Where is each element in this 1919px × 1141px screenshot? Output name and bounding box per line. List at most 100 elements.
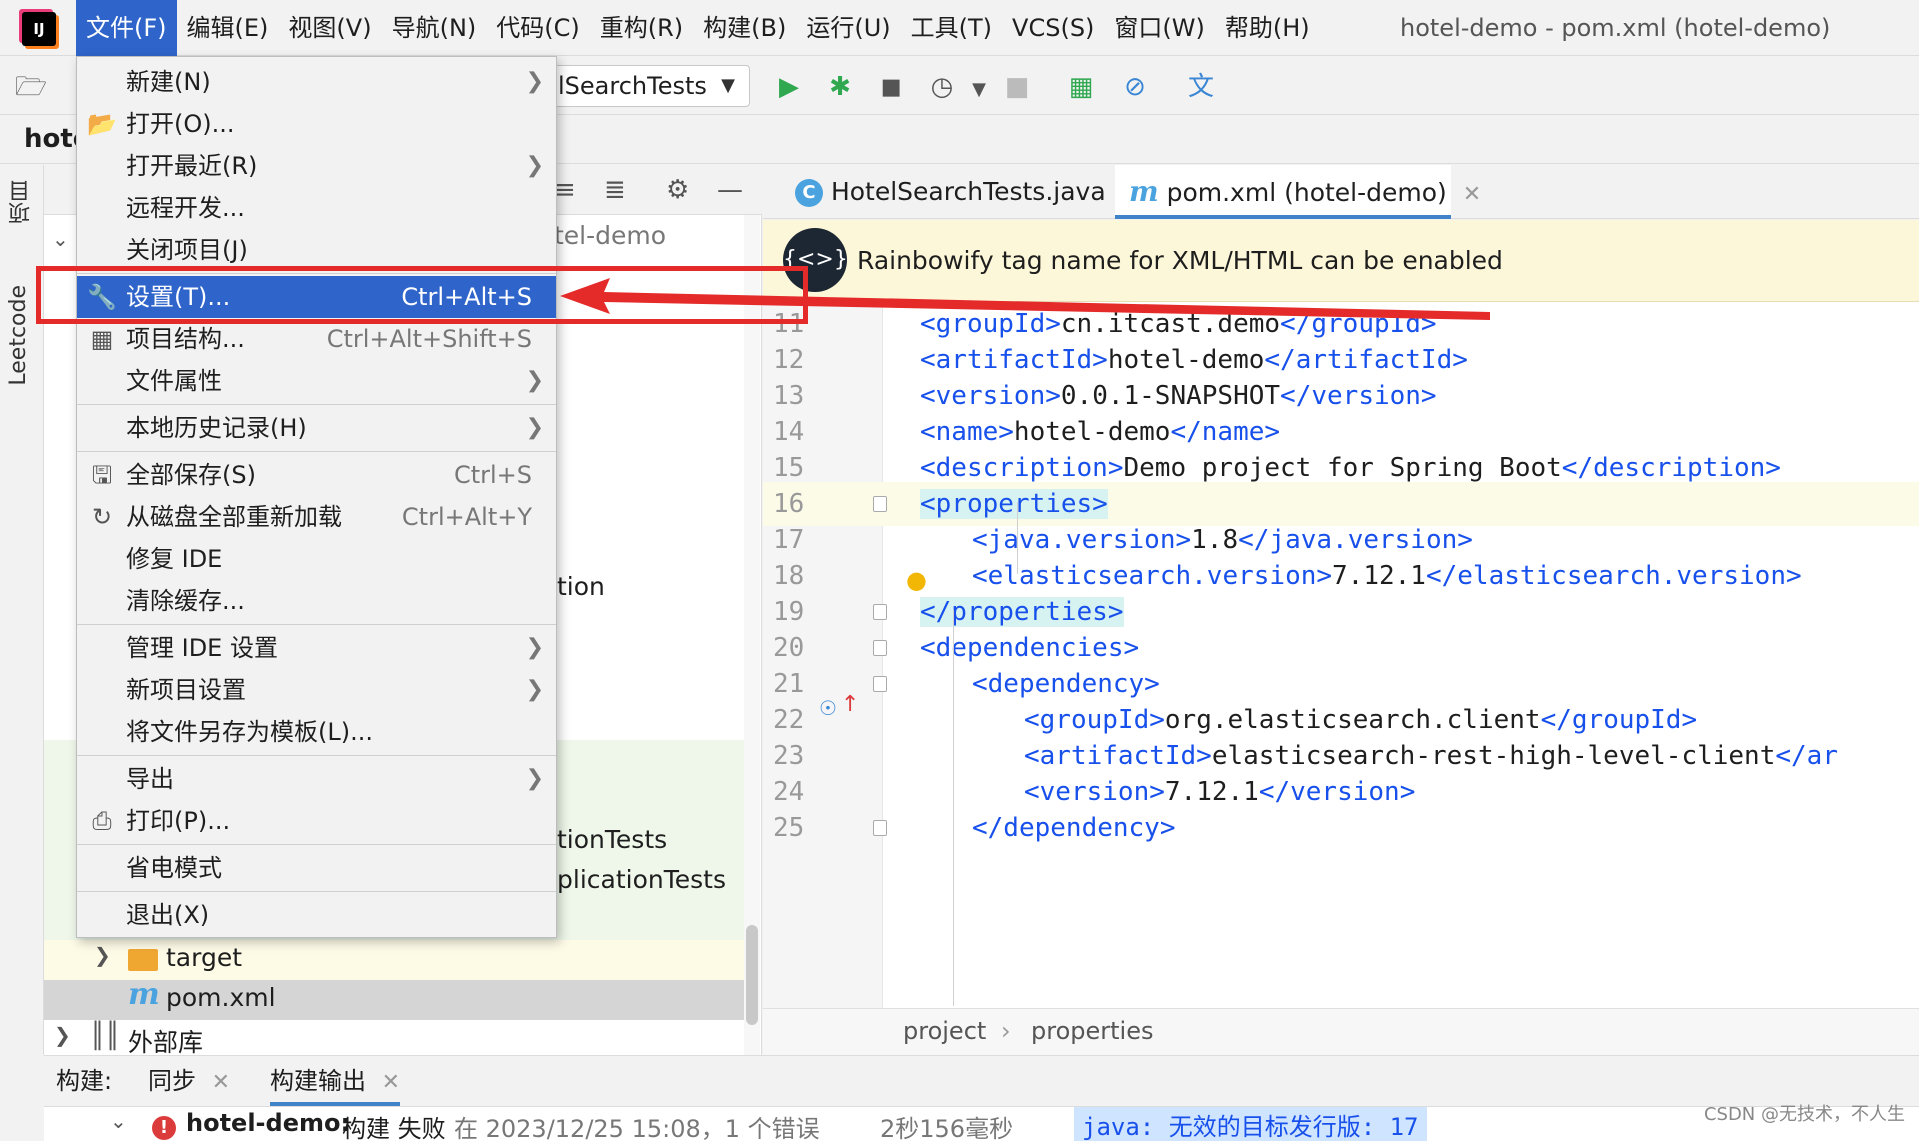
menu-view[interactable]: 视图(V) xyxy=(278,0,381,56)
file-menu-item[interactable]: 打开最近(R) ❯ xyxy=(77,145,556,187)
file-menu-item[interactable]: ↻ 从磁盘全部重新加载 Ctrl+Alt+Y xyxy=(77,496,556,538)
tab-sync[interactable]: 同步 ✕ xyxy=(148,1056,230,1106)
file-menu-item[interactable]: 导出 ❯ xyxy=(77,758,556,800)
code-content: </dependency> xyxy=(972,806,1176,850)
tree-item-pom[interactable]: pom.xml xyxy=(166,983,276,1012)
implemented-marker-icon[interactable]: ☉ xyxy=(819,696,837,720)
build-error-message[interactable]: java: 无效的目标发行版: 17 xyxy=(1074,1107,1427,1141)
fold-marker-icon[interactable] xyxy=(873,496,887,512)
open-folder-icon[interactable]: 🗁 xyxy=(14,70,48,104)
xml-tag: </properties> xyxy=(920,597,1124,627)
coverage-icon[interactable]: ◼ xyxy=(874,70,908,104)
file-menu-item[interactable]: 关闭项目(J) xyxy=(77,229,556,271)
file-menu-item[interactable]: 清除缓存... xyxy=(77,580,556,622)
file-menu-item[interactable]: 省电模式 xyxy=(77,847,556,889)
tree-item-external-libraries[interactable]: 外部库 xyxy=(128,1023,203,1059)
gear-icon[interactable]: ⚙ xyxy=(666,175,689,205)
menu-file[interactable]: 文件(F) xyxy=(76,0,177,56)
menu-run[interactable]: 运行(U) xyxy=(796,0,900,56)
expand-all-icon[interactable]: ≡ xyxy=(554,175,576,205)
menu-window[interactable]: 窗口(W) xyxy=(1104,0,1214,56)
project-scrollbar-thumb[interactable] xyxy=(746,925,758,1025)
fold-marker-icon[interactable] xyxy=(873,820,887,836)
menu-help[interactable]: 帮助(H) xyxy=(1215,0,1320,56)
menu-vcs[interactable]: VCS(S) xyxy=(1002,0,1104,56)
tree-item[interactable]: tion xyxy=(557,572,605,601)
minimize-icon[interactable]: — xyxy=(717,175,743,205)
tab-pom-xml[interactable]: m pom.xml (hotel-demo) ✕ xyxy=(1115,165,1481,219)
xml-open-tag: <version> xyxy=(1024,777,1165,807)
xml-close-tag: </ar xyxy=(1775,741,1838,771)
code-line[interactable]: 25 </dependency> xyxy=(763,806,1919,850)
tree-item[interactable]: tionTests xyxy=(557,825,667,854)
error-icon: ! xyxy=(152,1111,176,1140)
power-save-icon[interactable]: ⊘ xyxy=(1118,70,1152,104)
chevron-down-icon[interactable]: ▼ xyxy=(962,73,996,107)
line-number: 25 xyxy=(773,813,805,843)
menu-build[interactable]: 构建(B) xyxy=(693,0,796,56)
menu-code[interactable]: 代码(C) xyxy=(486,0,589,56)
file-menu-item[interactable]: 📂 打开(O)... xyxy=(77,103,556,145)
menu-edit[interactable]: 编辑(E) xyxy=(177,0,279,56)
file-menu-item[interactable]: ▦ 项目结构... Ctrl+Alt+Shift+S xyxy=(77,318,556,360)
breadcrumb-project[interactable]: project xyxy=(903,1017,986,1045)
arrow-up-icon[interactable]: ↑ xyxy=(841,692,859,717)
file-menu-dropdown: 新建(N) ❯ 📂 打开(O)... 打开最近(R) ❯ 远程开发... 关闭项目(J) 🔧 设置… xyxy=(76,56,557,938)
stop-icon[interactable]: ■ xyxy=(1000,70,1034,104)
fold-marker-icon[interactable] xyxy=(873,676,887,692)
profile-icon[interactable]: ◷ xyxy=(925,70,959,104)
xml-close-tag: </version> xyxy=(1258,777,1416,807)
file-menu-item[interactable]: 退出(X) xyxy=(77,894,556,936)
close-icon[interactable]: ✕ xyxy=(212,1070,230,1095)
build-result-row[interactable]: ⌄ ! hotel-demo: 构建 失败 在 2023/12/25 15:08… xyxy=(44,1106,1919,1141)
close-icon[interactable]: ✕ xyxy=(1463,182,1481,207)
leetcode-tool-tab[interactable]: Leetcode xyxy=(6,285,31,386)
file-menu-item-label: 新项目设置 xyxy=(126,676,246,704)
close-icon[interactable]: ✕ xyxy=(382,1070,400,1095)
tab-sync-label: 同步 xyxy=(148,1067,196,1095)
fold-marker-icon[interactable] xyxy=(873,604,887,620)
file-menu-item-label: 远程开发... xyxy=(126,194,245,222)
file-menu-item[interactable]: 远程开发... xyxy=(77,187,556,229)
file-menu-item-label: 打开最近(R) xyxy=(126,152,258,180)
debug-icon[interactable]: ✱ xyxy=(823,70,857,104)
run-configuration-select[interactable]: lSearchTests ▼ xyxy=(545,65,750,107)
file-menu-item[interactable]: 文件属性 ❯ xyxy=(77,360,556,402)
file-menu-item[interactable]: 修复 IDE xyxy=(77,538,556,580)
file-menu-item[interactable]: 新建(N) ❯ xyxy=(77,61,556,103)
file-menu-item-label: 本地历史记录(H) xyxy=(126,414,307,442)
code-editor[interactable]: 10</parent>11<groupId>cn.itcast.demo</gr… xyxy=(763,302,1919,1008)
window-title: hotel-demo - pom.xml (hotel-demo) xyxy=(1400,14,1831,42)
xml-open-tag: <groupId> xyxy=(1024,705,1165,735)
tab-build-output[interactable]: 构建输出 ✕ xyxy=(270,1056,401,1106)
chevron-right-icon[interactable]: ❯ xyxy=(54,1023,71,1047)
file-menu-item[interactable]: 🖫 全部保存(S) Ctrl+S xyxy=(77,454,556,496)
chevron-right-icon[interactable]: ❯ xyxy=(94,943,111,967)
tree-item[interactable]: plicationTests xyxy=(557,865,726,894)
project-tool-tab[interactable]: 项目 xyxy=(6,180,38,224)
file-menu-item[interactable]: 将文件另存为模板(L)... xyxy=(77,711,556,753)
tree-root-label[interactable]: tel-demo xyxy=(554,221,666,250)
chevron-down-icon[interactable]: ⌄ xyxy=(110,1109,127,1133)
file-menu-item[interactable]: 新项目设置 ❯ xyxy=(77,669,556,711)
menu-refactor[interactable]: 重构(R) xyxy=(590,0,693,56)
menu-tools[interactable]: 工具(T) xyxy=(901,0,1002,56)
file-menu-item[interactable]: 管理 IDE 设置 ❯ xyxy=(77,627,556,669)
chevron-down-icon: ▼ xyxy=(721,75,735,96)
fold-marker-icon[interactable] xyxy=(873,640,887,656)
tree-item-target[interactable]: target xyxy=(166,943,242,972)
indent-guide xyxy=(953,610,954,1006)
file-menu-item[interactable]: ⎙ 打印(P)... xyxy=(77,800,556,842)
project-structure-icon: ▦ xyxy=(90,325,114,353)
translate-icon[interactable]: 文 xyxy=(1184,70,1218,104)
tab-hotel-search-tests[interactable]: C HotelSearchTests.java ✕ xyxy=(781,165,1140,219)
menu-navigate[interactable]: 导航(N) xyxy=(382,0,487,56)
file-menu-item[interactable]: 本地历史记录(H) ❯ xyxy=(77,407,556,449)
file-menu-item-label: 关闭项目(J) xyxy=(126,236,248,264)
collapse-all-icon[interactable]: ≣ xyxy=(604,175,626,205)
chevron-down-icon[interactable]: ⌄ xyxy=(52,227,69,251)
lightbulb-icon[interactable]: ● xyxy=(906,566,927,594)
activity-monitor-icon[interactable]: ▦ xyxy=(1064,70,1098,104)
breadcrumb-properties[interactable]: properties xyxy=(1031,1017,1153,1045)
run-icon[interactable]: ▶ xyxy=(772,70,806,104)
